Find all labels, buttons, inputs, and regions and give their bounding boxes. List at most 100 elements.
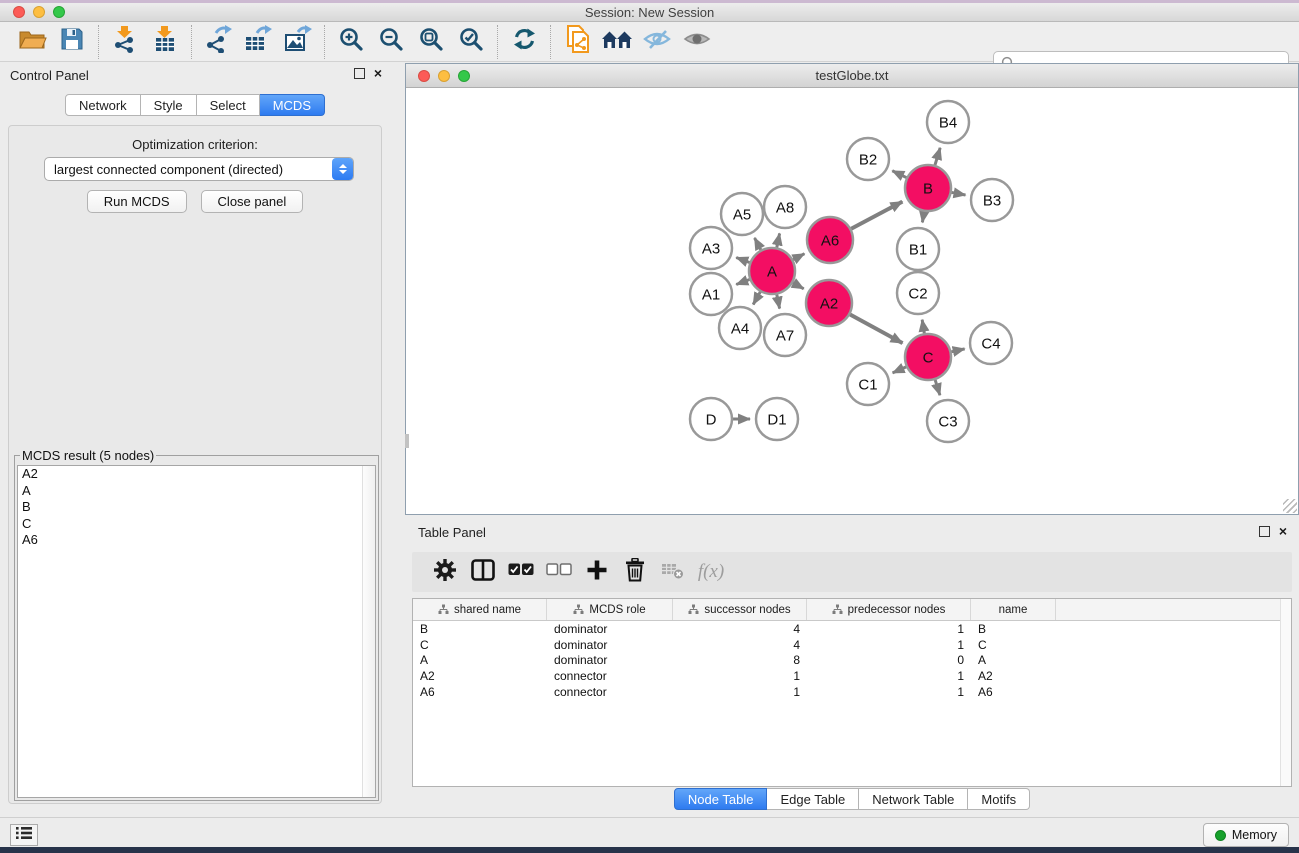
add-column-button[interactable] <box>578 555 616 589</box>
mcds-result-item[interactable]: A <box>18 483 375 500</box>
table-cell: A <box>413 653 547 667</box>
home-layout-button[interactable] <box>597 25 637 59</box>
graph-edge-A-A3[interactable] <box>736 258 749 263</box>
tab-motifs[interactable]: Motifs <box>968 788 1030 810</box>
export-image-button[interactable] <box>278 25 318 59</box>
export-network-button[interactable] <box>198 25 238 59</box>
table-settings-button[interactable] <box>426 555 464 589</box>
memory-button[interactable]: Memory <box>1203 823 1289 847</box>
graph-edge-B-B4[interactable] <box>935 148 940 165</box>
criterion-value: largest connected component (directed) <box>45 162 332 177</box>
mcds-result-item[interactable]: A6 <box>18 532 375 549</box>
float-table-panel-icon[interactable] <box>1259 526 1270 537</box>
graph-edge-A-A2[interactable] <box>793 283 804 289</box>
import-table-button[interactable] <box>145 25 185 59</box>
node-table: shared nameMCDS role successor nodes prede… <box>412 598 1292 787</box>
table-toolbar: f(x) <box>412 552 1292 592</box>
close-table-panel-icon[interactable]: × <box>1279 523 1287 539</box>
column-label: successor nodes <box>704 604 790 616</box>
column-header-shared-name[interactable]: shared name <box>413 599 547 620</box>
graph-edge-A-A8[interactable] <box>777 233 780 247</box>
eye-icon <box>682 27 712 56</box>
graph-edge-A6-B[interactable] <box>851 202 902 229</box>
refresh-view-button[interactable] <box>504 25 544 59</box>
split-view-button[interactable] <box>464 555 502 589</box>
status-bar: Memory <box>0 817 1299 847</box>
column-header-successor-nodes[interactable]: successor nodes <box>673 599 807 620</box>
column-header-predecessor-nodes[interactable]: predecessor nodes <box>807 599 971 620</box>
graph-edge-B-B3[interactable] <box>952 192 966 195</box>
open-folder-icon <box>18 26 47 57</box>
duplicate-network-button[interactable] <box>557 25 597 59</box>
zoom-selected-button[interactable] <box>451 25 491 59</box>
zoom-in-button[interactable] <box>331 25 371 59</box>
table-cell: B <box>971 622 1056 636</box>
table-cell: 1 <box>807 622 971 636</box>
float-panel-icon[interactable] <box>354 68 365 79</box>
list-scrollbar[interactable] <box>362 466 375 797</box>
table-row[interactable]: A2connector11A2 <box>413 668 1291 684</box>
export-network-icon <box>204 25 232 58</box>
graph-edge-A-A6[interactable] <box>793 254 804 260</box>
table-scrollbar[interactable] <box>1280 599 1291 786</box>
graph-edge-A2-C[interactable] <box>850 314 902 343</box>
table-row[interactable]: Adominator80A <box>413 652 1291 668</box>
select-all-button[interactable] <box>502 555 540 589</box>
graph-node-label: B2 <box>859 151 877 168</box>
tab-network-table[interactable]: Network Table <box>859 788 968 810</box>
mcds-result-item[interactable]: A2 <box>18 466 375 483</box>
mcds-result-item[interactable]: C <box>18 516 375 533</box>
delete-column-button[interactable] <box>616 555 654 589</box>
table-cell: B <box>413 622 547 636</box>
show-all-button[interactable] <box>677 25 717 59</box>
graph-edge-A-A4[interactable] <box>753 292 760 305</box>
graph-edge-A-A7[interactable] <box>777 295 780 309</box>
tab-style[interactable]: Style <box>141 94 197 116</box>
tab-select[interactable]: Select <box>197 94 260 116</box>
table-row[interactable]: Bdominator41B <box>413 621 1291 637</box>
close-panel-icon[interactable]: × <box>374 65 382 81</box>
hide-eye-icon <box>642 27 672 56</box>
import-network-button[interactable] <box>105 25 145 59</box>
graph-edge-B-B2[interactable] <box>892 171 906 178</box>
tab-mcds[interactable]: MCDS <box>260 94 325 116</box>
toolbar-separator <box>550 25 551 59</box>
split-columns-icon <box>471 559 495 586</box>
open-session-button[interactable] <box>12 25 52 59</box>
graph-edge-C-C1[interactable] <box>893 367 906 373</box>
column-header-name[interactable]: name <box>971 599 1056 620</box>
table-cell: dominator <box>547 638 673 652</box>
graph-edge-A-A5[interactable] <box>755 238 761 250</box>
export-table-button[interactable] <box>238 25 278 59</box>
task-history-button[interactable] <box>10 824 38 846</box>
criterion-dropdown[interactable]: largest connected component (directed) <box>44 157 354 181</box>
graph-node-label: C3 <box>938 413 957 430</box>
column-header-MCDS-role[interactable]: MCDS role <box>547 599 673 620</box>
save-session-button[interactable] <box>52 25 92 59</box>
graph-edge-A-A1[interactable] <box>736 279 749 284</box>
tab-node-table[interactable]: Node Table <box>674 788 768 810</box>
apply-function-button: f(x) <box>692 555 730 589</box>
tab-network[interactable]: Network <box>65 94 141 116</box>
close-panel-button[interactable]: Close panel <box>201 190 304 213</box>
table-row[interactable]: A6connector11A6 <box>413 684 1291 700</box>
graph-edge-C-C3[interactable] <box>935 380 940 395</box>
hide-selected-button[interactable] <box>637 25 677 59</box>
run-mcds-button[interactable]: Run MCDS <box>87 190 187 213</box>
resize-grip-icon[interactable] <box>1283 499 1297 513</box>
graph-edge-C-C2[interactable] <box>922 320 924 334</box>
session-title: Session: New Session <box>0 5 1299 20</box>
dropdown-stepper-icon <box>332 158 353 180</box>
zoom-fit-button[interactable] <box>411 25 451 59</box>
column-label: name <box>999 604 1028 616</box>
network-canvas[interactable]: B4B2BB3A8A5A6B1A3AA1C2A2A4A7C4CC1C3DD1 <box>406 89 1298 514</box>
tab-edge-table[interactable]: Edge Table <box>767 788 859 810</box>
mcds-result-item[interactable]: B <box>18 499 375 516</box>
zoom-out-button[interactable] <box>371 25 411 59</box>
zoom-fit-icon <box>418 26 444 57</box>
desktop-edge <box>0 847 1299 853</box>
table-row[interactable]: Cdominator41C <box>413 637 1291 653</box>
deselect-all-button[interactable] <box>540 555 578 589</box>
graph-edge-C-C4[interactable] <box>951 349 964 352</box>
graph-edge-B-B1[interactable] <box>922 212 924 223</box>
